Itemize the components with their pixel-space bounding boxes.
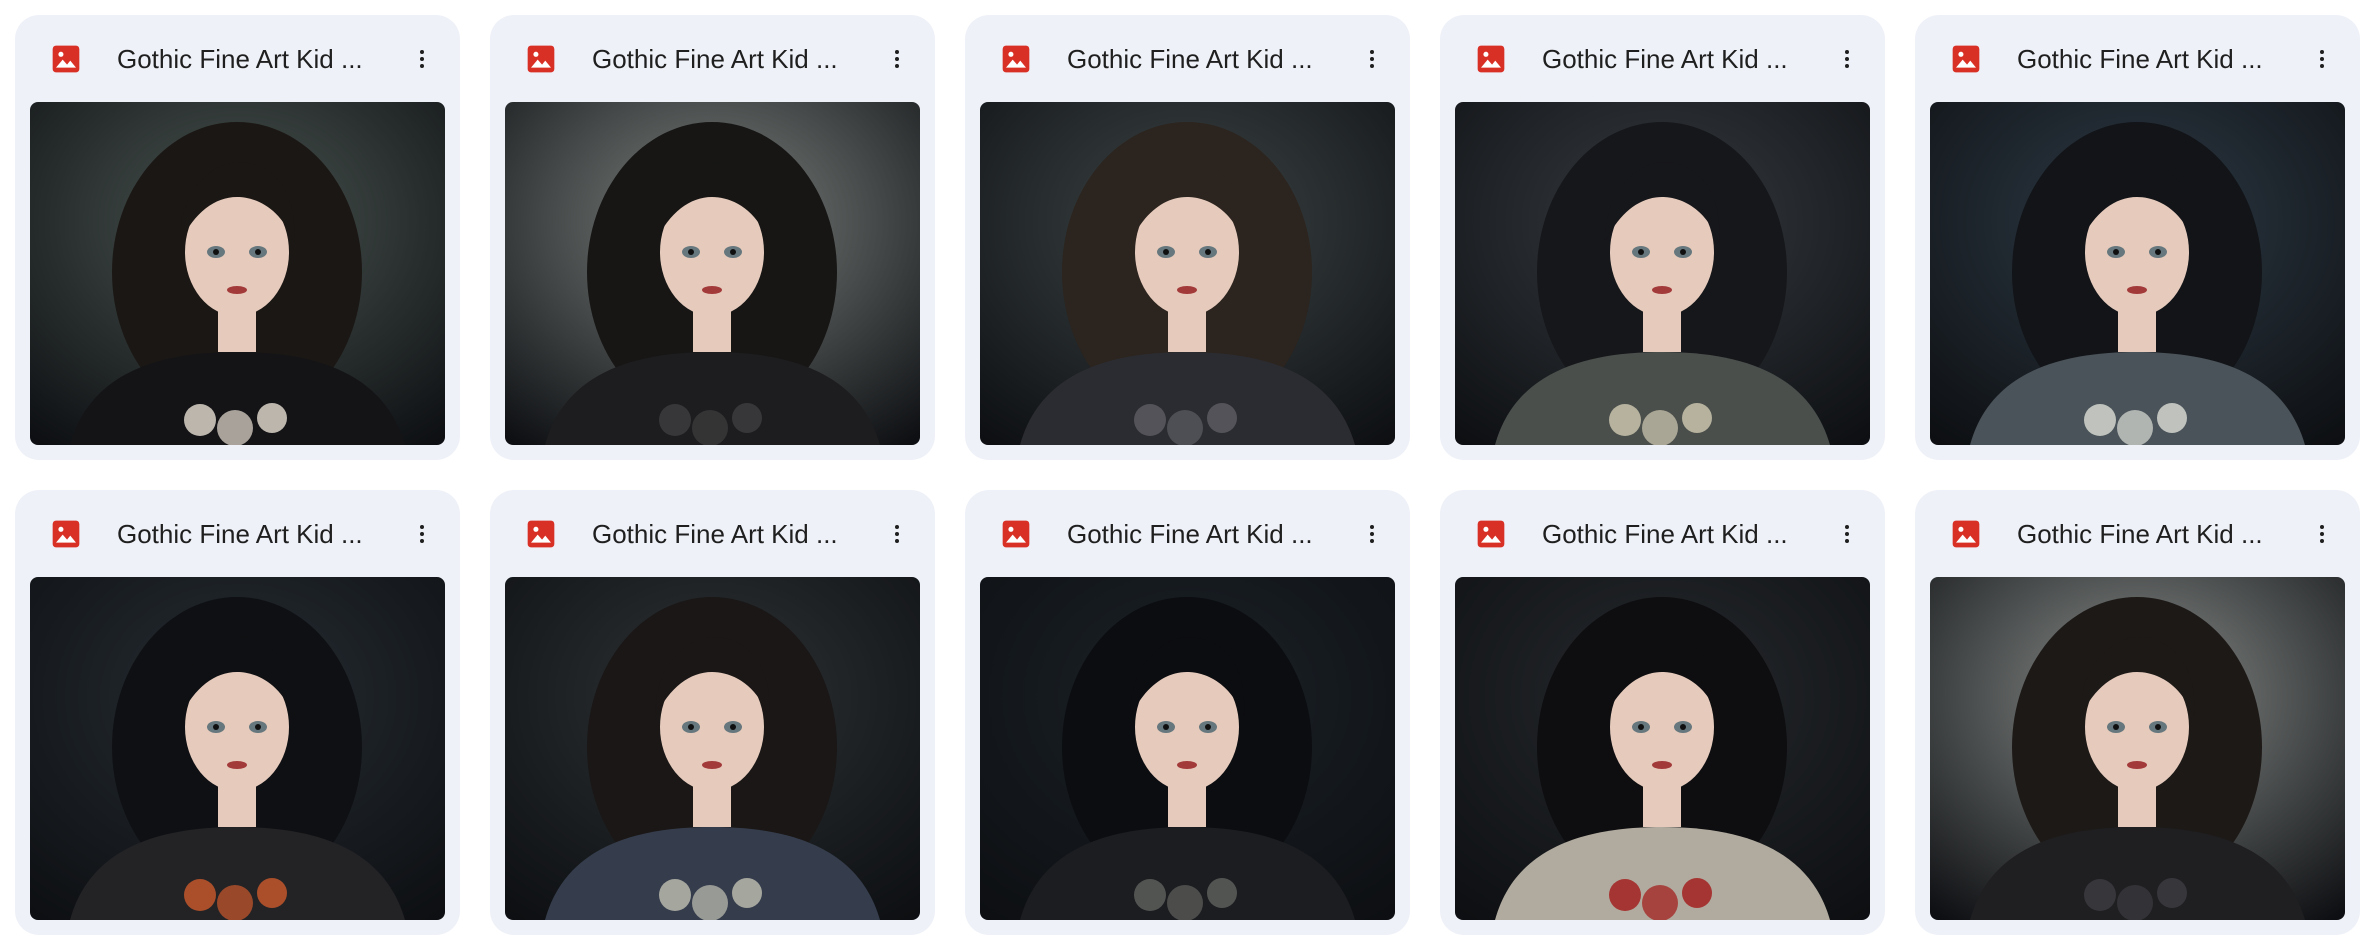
file-grid: Gothic Fine Art Kid ... Gothic Fine Art K… (15, 15, 2360, 935)
more-vert-icon (420, 525, 424, 543)
file-card-header: Gothic Fine Art Kid ... (1440, 490, 1885, 578)
more-actions-button[interactable] (398, 510, 446, 558)
file-card-header: Gothic Fine Art Kid ... (1915, 15, 2360, 103)
image-icon (1475, 43, 1507, 75)
file-thumbnail[interactable] (505, 102, 920, 445)
file-card-header: Gothic Fine Art Kid ... (15, 490, 460, 578)
more-actions-button[interactable] (398, 35, 446, 83)
more-actions-button[interactable] (1348, 35, 1396, 83)
more-vert-icon (895, 525, 899, 543)
file-card[interactable]: Gothic Fine Art Kid ... (1440, 15, 1885, 460)
file-thumbnail[interactable] (980, 577, 1395, 920)
image-icon (525, 43, 557, 75)
more-vert-icon (420, 50, 424, 68)
file-name[interactable]: Gothic Fine Art Kid ... (592, 40, 862, 78)
file-card[interactable]: Gothic Fine Art Kid ... (15, 490, 460, 935)
image-icon (525, 518, 557, 550)
file-thumbnail[interactable] (505, 577, 920, 920)
more-vert-icon (2320, 50, 2324, 68)
file-card[interactable]: Gothic Fine Art Kid ... (1440, 490, 1885, 935)
file-thumbnail[interactable] (1930, 102, 2345, 445)
file-card[interactable]: Gothic Fine Art Kid ... (1915, 490, 2360, 935)
image-icon (1950, 518, 1982, 550)
file-name[interactable]: Gothic Fine Art Kid ... (117, 515, 387, 553)
file-card-header: Gothic Fine Art Kid ... (15, 15, 460, 103)
file-card[interactable]: Gothic Fine Art Kid ... (490, 15, 935, 460)
image-icon (1000, 518, 1032, 550)
more-vert-icon (1845, 525, 1849, 543)
more-actions-button[interactable] (873, 510, 921, 558)
file-thumbnail[interactable] (1930, 577, 2345, 920)
more-actions-button[interactable] (1348, 510, 1396, 558)
file-thumbnail[interactable] (1455, 577, 1870, 920)
file-name[interactable]: Gothic Fine Art Kid ... (592, 515, 862, 553)
file-name[interactable]: Gothic Fine Art Kid ... (2017, 40, 2287, 78)
image-icon (1475, 518, 1507, 550)
more-actions-button[interactable] (2298, 510, 2346, 558)
image-icon (50, 43, 82, 75)
file-card-header: Gothic Fine Art Kid ... (490, 490, 935, 578)
image-icon (50, 518, 82, 550)
file-card[interactable]: Gothic Fine Art Kid ... (490, 490, 935, 935)
more-vert-icon (1370, 50, 1374, 68)
file-card[interactable]: Gothic Fine Art Kid ... (965, 490, 1410, 935)
more-actions-button[interactable] (2298, 35, 2346, 83)
more-vert-icon (1370, 525, 1374, 543)
file-card-header: Gothic Fine Art Kid ... (965, 490, 1410, 578)
file-thumbnail[interactable] (980, 102, 1395, 445)
file-card[interactable]: Gothic Fine Art Kid ... (15, 15, 460, 460)
file-card[interactable]: Gothic Fine Art Kid ... (1915, 15, 2360, 460)
more-actions-button[interactable] (1823, 510, 1871, 558)
more-vert-icon (2320, 525, 2324, 543)
file-thumbnail[interactable] (30, 577, 445, 920)
file-card-header: Gothic Fine Art Kid ... (1915, 490, 2360, 578)
file-thumbnail[interactable] (30, 102, 445, 445)
file-card[interactable]: Gothic Fine Art Kid ... (965, 15, 1410, 460)
file-name[interactable]: Gothic Fine Art Kid ... (117, 40, 387, 78)
file-thumbnail[interactable] (1455, 102, 1870, 445)
image-icon (1000, 43, 1032, 75)
file-card-header: Gothic Fine Art Kid ... (965, 15, 1410, 103)
file-name[interactable]: Gothic Fine Art Kid ... (2017, 515, 2287, 553)
more-actions-button[interactable] (873, 35, 921, 83)
more-vert-icon (895, 50, 899, 68)
more-actions-button[interactable] (1823, 35, 1871, 83)
file-card-header: Gothic Fine Art Kid ... (490, 15, 935, 103)
more-vert-icon (1845, 50, 1849, 68)
file-card-header: Gothic Fine Art Kid ... (1440, 15, 1885, 103)
file-name[interactable]: Gothic Fine Art Kid ... (1542, 515, 1812, 553)
file-name[interactable]: Gothic Fine Art Kid ... (1067, 40, 1337, 78)
image-icon (1950, 43, 1982, 75)
file-name[interactable]: Gothic Fine Art Kid ... (1542, 40, 1812, 78)
file-name[interactable]: Gothic Fine Art Kid ... (1067, 515, 1337, 553)
